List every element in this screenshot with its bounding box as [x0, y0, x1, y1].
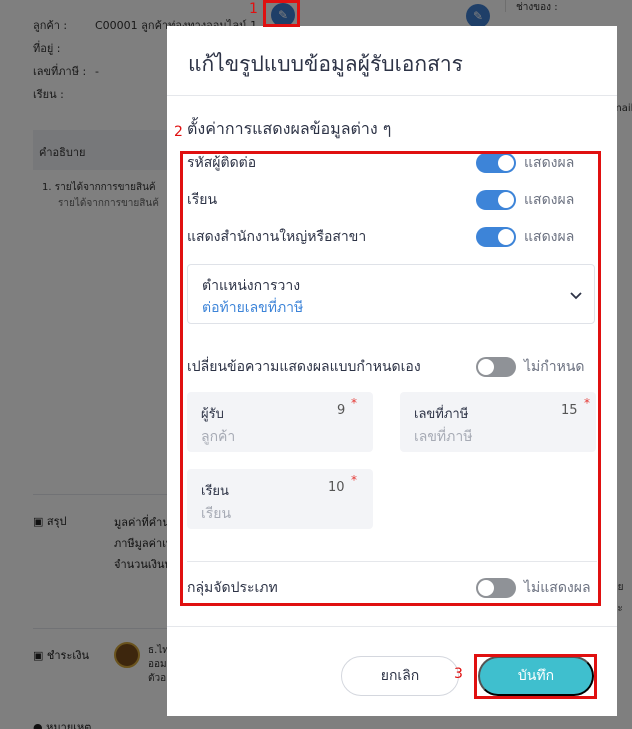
dialog-header: แก้ไขรูปแบบข้อมูลผู้รับเอกสาร: [167, 26, 617, 96]
annotation-box-3: [474, 654, 597, 699]
annotation-number-2: 2: [174, 124, 183, 140]
annotation-box-1: [263, 0, 300, 27]
dialog-footer-divider: [167, 626, 617, 627]
section-title: ตั้งค่าการแสดงผลข้อมูลต่าง ๆ: [187, 119, 392, 138]
annotation-number-3: 3: [454, 666, 463, 682]
annotation-number-1: 1: [249, 1, 258, 17]
cancel-button[interactable]: ยกเลิก: [341, 656, 459, 696]
annotation-box-2: [180, 151, 601, 606]
dialog-title: แก้ไขรูปแบบข้อมูลผู้รับเอกสาร: [188, 52, 463, 76]
